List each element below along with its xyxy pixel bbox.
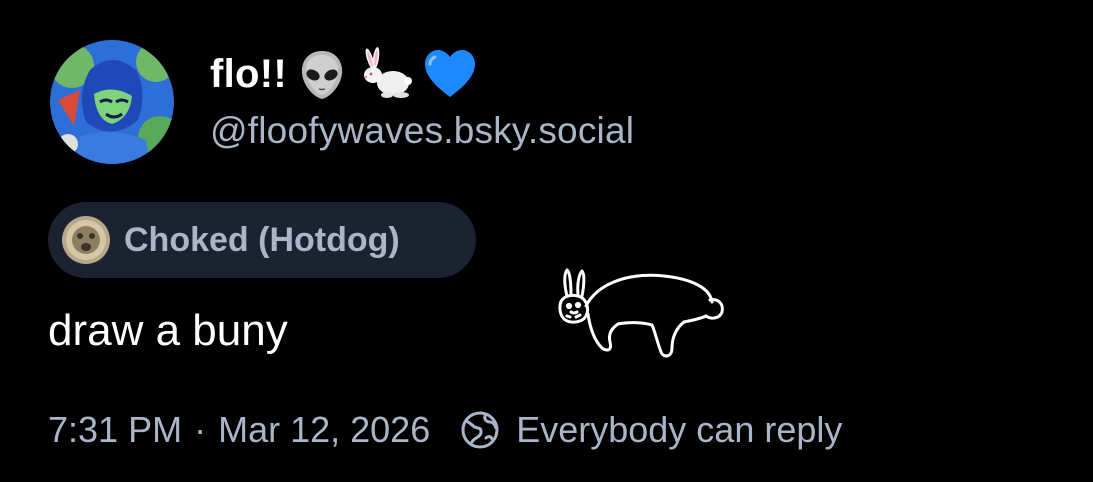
post-meta: 7:31 PM · Mar 12, 2026 Everybody can rep… <box>48 402 842 458</box>
alien-emoji-icon <box>293 45 351 103</box>
label-avatar <box>62 216 110 264</box>
post-time: 7:31 PM <box>48 409 183 450</box>
author-display-name[interactable]: flo!! <box>210 52 287 97</box>
content-label-chip[interactable]: Choked (Hotdog) <box>48 202 476 278</box>
rabbit-emoji-icon <box>357 45 415 103</box>
globe-icon <box>458 408 502 452</box>
reply-setting: Everybody can reply <box>516 409 843 450</box>
meta-separator: · <box>194 409 207 450</box>
content-label-text: Choked (Hotdog) <box>124 220 400 259</box>
author-handle[interactable]: @floofywaves.bsky.social <box>210 110 634 152</box>
bunny-drawing[interactable] <box>552 262 732 362</box>
author-avatar[interactable] <box>50 40 174 164</box>
post-text: draw a buny <box>48 306 288 355</box>
blue-heart-emoji-icon <box>421 45 479 103</box>
post-date: Mar 12, 2026 <box>218 409 431 450</box>
author-display-name-row[interactable]: flo!! <box>210 44 479 104</box>
